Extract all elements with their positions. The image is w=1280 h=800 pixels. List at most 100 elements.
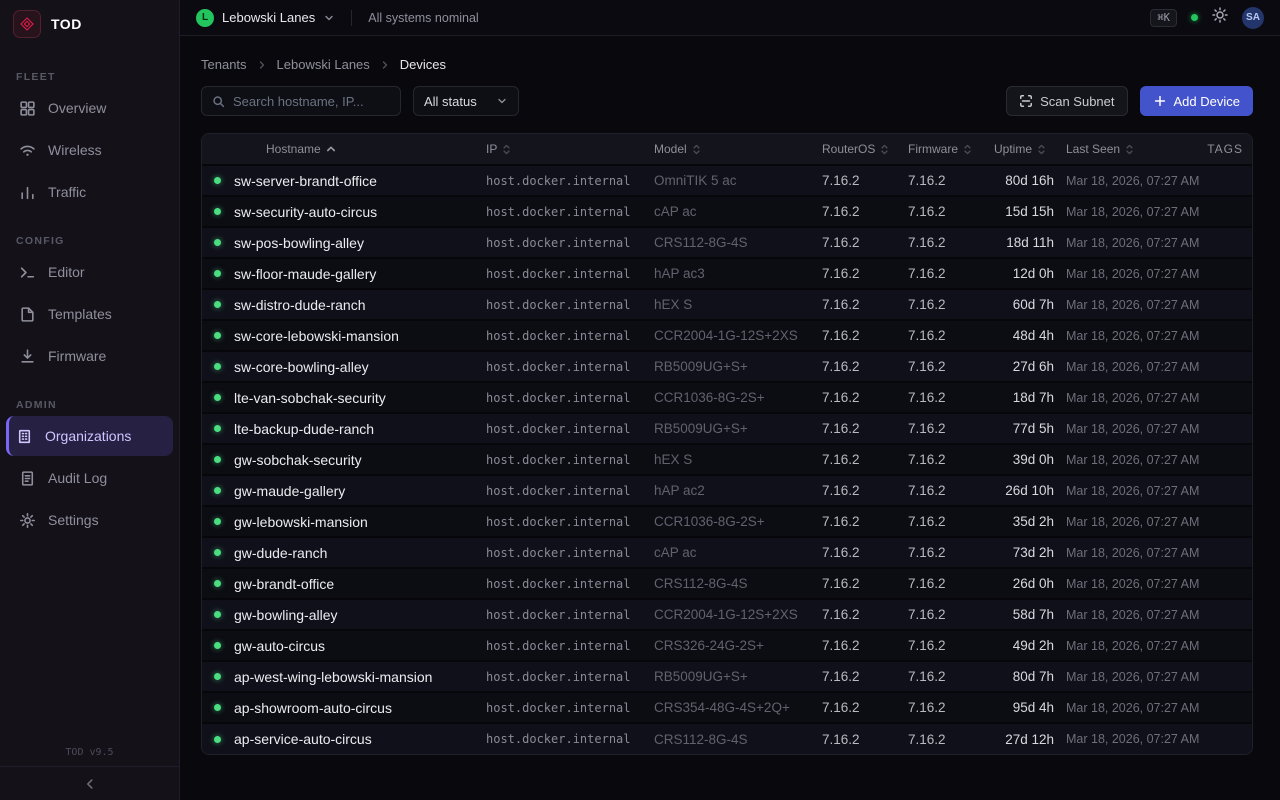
device-ip: host.docker.internal (486, 723, 654, 754)
sidebar-item-settings[interactable]: Settings (6, 500, 173, 540)
col-ip[interactable]: IP (486, 134, 654, 165)
device-firmware: 7.16.2 (908, 196, 994, 227)
sidebar-item-organizations[interactable]: Organizations (6, 416, 173, 456)
device-uptime: 15d 15h (994, 196, 1058, 227)
app-logo[interactable]: TOD (0, 0, 179, 48)
table-row[interactable]: gw-auto-circus host.docker.internal CRS3… (202, 630, 1253, 661)
col-uptime[interactable]: Uptime (994, 134, 1058, 165)
device-firmware: 7.16.2 (908, 506, 994, 537)
col-model[interactable]: Model (654, 134, 822, 165)
device-hostname: sw-core-lebowski-mansion (234, 320, 486, 351)
devices-table: Hostname IP Model RouterOS (202, 134, 1253, 754)
device-model: CCR2004-1G-12S+2XS (654, 320, 822, 351)
table-row[interactable]: gw-sobchak-security host.docker.internal… (202, 444, 1253, 475)
sidebar-item-audit-log[interactable]: Audit Log (6, 458, 173, 498)
table-row[interactable]: sw-floor-maude-gallery host.docker.inter… (202, 258, 1253, 289)
sidebar-collapse-button[interactable] (0, 766, 179, 800)
sidebar-item-templates[interactable]: Templates (6, 294, 173, 334)
device-routeros: 7.16.2 (822, 413, 908, 444)
device-routeros: 7.16.2 (822, 661, 908, 692)
device-model: RB5009UG+S+ (654, 413, 822, 444)
device-last-seen: Mar 18, 2026, 07:27 AM (1058, 444, 1208, 475)
device-uptime: 12d 0h (994, 258, 1058, 289)
table-row[interactable]: gw-bowling-alley host.docker.internal CC… (202, 599, 1253, 630)
device-last-seen: Mar 18, 2026, 07:27 AM (1058, 165, 1208, 196)
app-logo-icon (13, 10, 41, 38)
chevron-left-icon (83, 777, 97, 791)
device-last-seen: Mar 18, 2026, 07:27 AM (1058, 227, 1208, 258)
col-hostname[interactable]: Hostname (234, 134, 486, 165)
table-row[interactable]: ap-west-wing-lebowski-mansion host.docke… (202, 661, 1253, 692)
device-table-body: sw-server-brandt-office host.docker.inte… (202, 165, 1253, 754)
scan-subnet-button[interactable]: Scan Subnet (1006, 86, 1127, 116)
status-online-dot (214, 301, 221, 308)
search-input[interactable] (233, 94, 390, 109)
device-tags (1208, 692, 1253, 723)
device-hostname: gw-bowling-alley (234, 599, 486, 630)
add-device-button[interactable]: Add Device (1140, 86, 1253, 116)
device-last-seen: Mar 18, 2026, 07:27 AM (1058, 630, 1208, 661)
system-status-text: All systems nominal (368, 11, 478, 25)
col-last-seen[interactable]: Last Seen (1058, 134, 1208, 165)
status-online-dot (214, 736, 221, 743)
device-firmware: 7.16.2 (908, 537, 994, 568)
device-routeros: 7.16.2 (822, 227, 908, 258)
table-row[interactable]: sw-security-auto-circus host.docker.inte… (202, 196, 1253, 227)
table-row[interactable]: sw-core-lebowski-mansion host.docker.int… (202, 320, 1253, 351)
theme-toggle-button[interactable] (1212, 7, 1228, 28)
device-model: CCR1036-8G-2S+ (654, 382, 822, 413)
device-tags (1208, 382, 1253, 413)
col-routeros[interactable]: RouterOS (822, 134, 908, 165)
device-uptime: 80d 7h (994, 661, 1058, 692)
table-row[interactable]: sw-pos-bowling-alley host.docker.interna… (202, 227, 1253, 258)
device-tags (1208, 723, 1253, 754)
device-ip: host.docker.internal (486, 165, 654, 196)
breadcrumb-tenant-name[interactable]: Lebowski Lanes (277, 57, 370, 72)
topbar-divider (351, 10, 352, 26)
device-uptime: 27d 12h (994, 723, 1058, 754)
status-online-dot (214, 363, 221, 370)
status-online-dot (214, 177, 221, 184)
sort-ascending-icon (326, 144, 336, 154)
device-model: cAP ac (654, 196, 822, 227)
table-row[interactable]: gw-lebowski-mansion host.docker.internal… (202, 506, 1253, 537)
table-row[interactable]: lte-van-sobchak-security host.docker.int… (202, 382, 1253, 413)
table-row[interactable]: gw-brandt-office host.docker.internal CR… (202, 568, 1253, 599)
device-model: CRS112-8G-4S (654, 568, 822, 599)
table-row[interactable]: sw-distro-dude-ranch host.docker.interna… (202, 289, 1253, 320)
device-model: cAP ac (654, 537, 822, 568)
col-firmware[interactable]: Firmware (908, 134, 994, 165)
sidebar-item-editor[interactable]: Editor (6, 252, 173, 292)
breadcrumb-tenants[interactable]: Tenants (201, 57, 247, 72)
device-firmware: 7.16.2 (908, 289, 994, 320)
section-label-config: CONFIG (16, 235, 179, 247)
device-tags (1208, 475, 1253, 506)
sidebar-item-traffic[interactable]: Traffic (6, 172, 173, 212)
table-row[interactable]: ap-showroom-auto-circus host.docker.inte… (202, 692, 1253, 723)
device-hostname: ap-service-auto-circus (234, 723, 486, 754)
table-row[interactable]: gw-dude-ranch host.docker.internal cAP a… (202, 537, 1253, 568)
status-online-dot (214, 704, 221, 711)
table-row[interactable]: lte-backup-dude-ranch host.docker.intern… (202, 413, 1253, 444)
status-online-dot (214, 549, 221, 556)
device-uptime: 18d 11h (994, 227, 1058, 258)
command-palette-shortcut[interactable]: ⌘K (1150, 9, 1177, 27)
sidebar-item-overview[interactable]: Overview (6, 88, 173, 128)
device-tags (1208, 196, 1253, 227)
device-firmware: 7.16.2 (908, 661, 994, 692)
user-avatar[interactable]: SA (1242, 7, 1264, 29)
device-hostname: lte-van-sobchak-security (234, 382, 486, 413)
table-row[interactable]: sw-core-bowling-alley host.docker.intern… (202, 351, 1253, 382)
sidebar-item-wireless[interactable]: Wireless (6, 130, 173, 170)
sidebar-item-firmware[interactable]: Firmware (6, 336, 173, 376)
status-online-dot (214, 456, 221, 463)
device-uptime: 48d 4h (994, 320, 1058, 351)
device-model: CCR2004-1G-12S+2XS (654, 599, 822, 630)
table-row[interactable]: sw-server-brandt-office host.docker.inte… (202, 165, 1253, 196)
tenant-switcher[interactable]: L Lebowski Lanes (196, 9, 335, 27)
status-online-dot (214, 580, 221, 587)
status-filter-select[interactable]: All status (413, 86, 519, 116)
table-row[interactable]: ap-service-auto-circus host.docker.inter… (202, 723, 1253, 754)
table-row[interactable]: gw-maude-gallery host.docker.internal hA… (202, 475, 1253, 506)
device-ip: host.docker.internal (486, 506, 654, 537)
